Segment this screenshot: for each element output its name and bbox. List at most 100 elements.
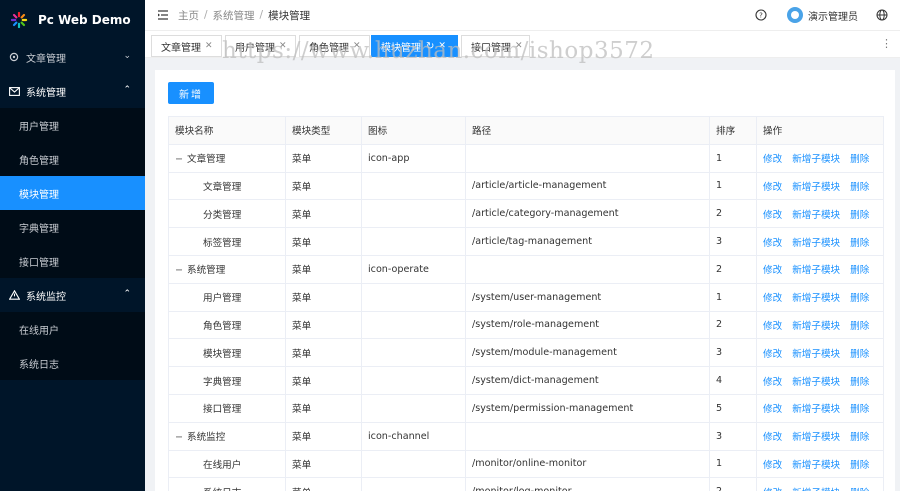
add-module-button[interactable]: 新增 — [168, 82, 214, 104]
delete-link[interactable]: 删除 — [850, 238, 869, 249]
user-name[interactable]: 演示管理员 — [808, 8, 858, 23]
collapse-icon[interactable]: − — [175, 154, 187, 165]
cell-icon: icon-channel — [361, 421, 466, 451]
sidebar-item-roles[interactable]: 角色管理 — [0, 142, 145, 176]
tab-modules[interactable]: 模块管理 ↻ ✕ — [371, 35, 458, 57]
tab-article[interactable]: 文章管理 ✕ — [151, 35, 222, 57]
more-vertical-icon[interactable]: ⋮ — [881, 37, 892, 50]
reload-icon[interactable]: ↻ — [426, 41, 434, 52]
add-child-module-link[interactable]: 新增子模块 — [792, 321, 840, 332]
sidebar-item-users[interactable]: 用户管理 — [0, 108, 145, 142]
svg-text:?: ? — [759, 12, 763, 20]
add-child-module-link[interactable]: 新增子模块 — [792, 238, 840, 249]
edit-link[interactable]: 修改 — [763, 321, 782, 332]
collapse-icon[interactable]: − — [175, 265, 187, 276]
sidebar-group-article[interactable]: 文章管理 ⌄ — [0, 40, 145, 74]
sidebar-item-permissions[interactable]: 接口管理 — [0, 244, 145, 278]
cell-type: 菜单 — [285, 254, 362, 284]
delete-link[interactable]: 删除 — [850, 210, 869, 221]
cell-type: 菜单 — [285, 477, 362, 491]
chevron-up-icon: ⌃ — [123, 289, 131, 299]
delete-link[interactable]: 删除 — [850, 460, 869, 471]
collapse-icon[interactable]: − — [175, 432, 187, 443]
breadcrumb-home[interactable]: 主页 — [178, 8, 199, 23]
close-icon[interactable]: ✕ — [279, 41, 287, 51]
edit-link[interactable]: 修改 — [763, 349, 782, 360]
add-child-module-link[interactable]: 新增子模块 — [792, 154, 840, 165]
module-name: 字典管理 — [203, 376, 242, 388]
sidebar-item-system-log[interactable]: 系统日志 — [0, 346, 145, 380]
close-icon[interactable]: ✕ — [353, 41, 361, 51]
sidebar-item-online-users[interactable]: 在线用户 — [0, 312, 145, 346]
sidebar-item-dict[interactable]: 字典管理 — [0, 210, 145, 244]
module-name: 接口管理 — [203, 404, 242, 416]
brand[interactable]: Pc Web Demo — [0, 0, 145, 40]
table-row: 用户管理 菜单/system/user-management 1 修改 新增子模块 删除 — [168, 282, 884, 312]
tab-users[interactable]: 用户管理 ✕ — [225, 35, 296, 57]
add-child-module-link[interactable]: 新增子模块 — [792, 377, 840, 388]
edit-link[interactable]: 修改 — [763, 210, 782, 221]
module-name: 文章管理 — [203, 181, 242, 193]
cell-order: 1 — [709, 449, 757, 479]
table-row: 系统日志菜单/monitor/log-monitor2修改新增子模块删除 — [168, 477, 884, 491]
content-card: 新增 模块名称 模块类型 图标 路径 排序 操作 − 文章管理 菜单 icon-app… — [155, 70, 895, 491]
menu-fold-icon[interactable] — [156, 8, 170, 22]
tab-label: 角色管理 — [309, 42, 349, 54]
delete-link[interactable]: 删除 — [850, 377, 869, 388]
add-child-module-link[interactable]: 新增子模块 — [792, 349, 840, 360]
sidebar-group-system[interactable]: 系统管理 ⌃ — [0, 74, 145, 108]
module-name: 系统监控 — [187, 432, 226, 444]
add-child-module-link[interactable]: 新增子模块 — [792, 460, 840, 471]
cell-type: 菜单 — [285, 227, 362, 256]
close-icon[interactable]: ✕ — [438, 41, 446, 51]
column-header-order: 排序 — [709, 116, 757, 145]
delete-link[interactable]: 删除 — [850, 154, 869, 165]
delete-link[interactable]: 删除 — [850, 321, 869, 332]
add-child-module-link[interactable]: 新增子模块 — [792, 182, 840, 193]
edit-link[interactable]: 修改 — [763, 404, 782, 415]
cell-actions: 修改新增子模块删除 — [756, 421, 884, 451]
table-row: − 系统管理 菜单 icon-operate 2 修改 新增子模块 删除 — [168, 254, 884, 284]
cell-actions: 修改新增子模块删除 — [756, 143, 884, 173]
help-icon[interactable]: ? — [755, 9, 767, 21]
globe-icon[interactable] — [876, 9, 888, 21]
delete-link[interactable]: 删除 — [850, 404, 869, 415]
add-child-module-link[interactable]: 新增子模块 — [792, 265, 840, 276]
avatar[interactable] — [787, 7, 803, 23]
delete-link[interactable]: 删除 — [850, 349, 869, 360]
edit-link[interactable]: 修改 — [763, 432, 782, 443]
edit-link[interactable]: 修改 — [763, 377, 782, 388]
edit-link[interactable]: 修改 — [763, 154, 782, 165]
add-child-module-link[interactable]: 新增子模块 — [792, 432, 840, 443]
edit-link[interactable]: 修改 — [763, 265, 782, 276]
close-icon[interactable]: ✕ — [205, 41, 213, 51]
settings-icon — [8, 51, 20, 63]
sidebar-group-monitor[interactable]: 系统监控 ⌃ — [0, 278, 145, 312]
tab-roles[interactable]: 角色管理 ✕ — [299, 35, 370, 57]
edit-link[interactable]: 修改 — [763, 293, 782, 304]
delete-link[interactable]: 删除 — [850, 293, 869, 304]
edit-link[interactable]: 修改 — [763, 460, 782, 471]
delete-link[interactable]: 删除 — [850, 432, 869, 443]
sidebar: Pc Web Demo 文章管理 ⌄ 系统管理 ⌃ 用户管理 角色管理 模块管理… — [0, 0, 145, 491]
tab-permissions[interactable]: 接口管理 ✕ — [461, 35, 530, 57]
delete-link[interactable]: 删除 — [850, 182, 869, 193]
cell-name: 字典管理 — [168, 366, 286, 395]
cell-path: /monitor/online-monitor — [465, 449, 710, 479]
breadcrumb-system[interactable]: 系统管理 — [213, 8, 255, 23]
cell-name: 接口管理 — [168, 393, 286, 423]
add-child-module-link[interactable]: 新增子模块 — [792, 404, 840, 415]
close-icon[interactable]: ✕ — [515, 41, 523, 51]
add-child-module-link[interactable]: 新增子模块 — [792, 293, 840, 304]
module-name: 分类管理 — [203, 209, 242, 221]
edit-link[interactable]: 修改 — [763, 182, 782, 193]
edit-link[interactable]: 修改 — [763, 238, 782, 249]
module-name: 用户管理 — [203, 293, 242, 305]
delete-link[interactable]: 删除 — [850, 265, 869, 276]
cell-path: /system/module-management — [465, 338, 710, 368]
cell-path: /article/article-management — [465, 171, 710, 201]
sidebar-item-modules[interactable]: 模块管理 — [0, 176, 145, 210]
tabs-bar: 文章管理 ✕ 用户管理 ✕ 角色管理 ✕ 模块管理 ↻ ✕ 接口管理 ✕ ⋮ — [145, 30, 900, 58]
add-child-module-link[interactable]: 新增子模块 — [792, 210, 840, 221]
cell-type: 菜单 — [285, 143, 362, 173]
